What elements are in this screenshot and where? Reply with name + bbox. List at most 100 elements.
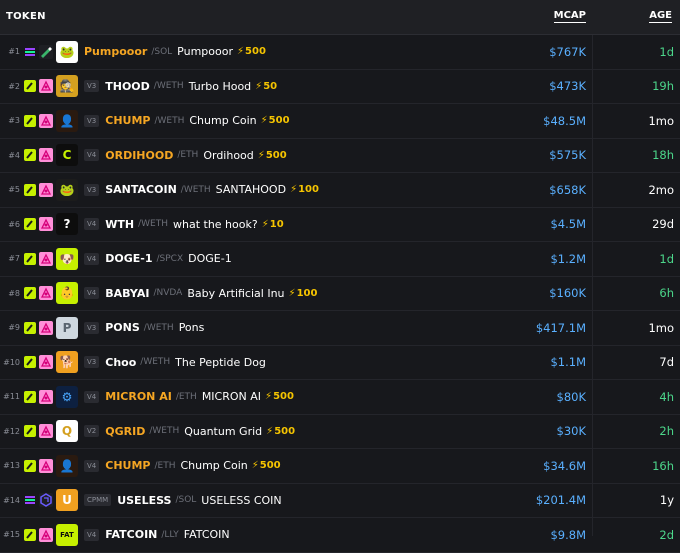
uniswap-icon xyxy=(39,320,53,335)
token-name: Turbo Hood xyxy=(188,79,252,93)
lightning-icon: ⚡ xyxy=(265,391,273,403)
uniswap-icon xyxy=(39,79,53,94)
table-row[interactable]: #2 🕵 V3 THOOD/WETH Turbo Hood ⚡ 50 $473K 19h xyxy=(0,70,680,104)
rank-label: #13 xyxy=(3,461,20,471)
ordihood-logo: C xyxy=(56,144,78,167)
boost-count: 500 xyxy=(273,391,294,403)
age-value: 29d xyxy=(652,217,674,232)
table-row[interactable]: #9 P V3 PONS/WETH Pons $417.1M 1mo xyxy=(0,311,680,346)
token-symbol[interactable]: FATCOIN xyxy=(105,528,157,541)
header-mcap[interactable]: MCAP xyxy=(553,10,586,23)
doge-logo: 🐶 xyxy=(56,247,78,270)
uniswap-icon xyxy=(39,424,53,439)
uniswap-icon xyxy=(39,286,53,301)
age-value: 19h xyxy=(652,79,674,94)
uniswap-icon xyxy=(39,355,53,370)
token-symbol[interactable]: WTH xyxy=(105,218,134,231)
dex-version-badge: V4 xyxy=(84,252,100,265)
age-value: 7d xyxy=(659,355,674,370)
pair-label: /WETH xyxy=(140,357,171,368)
token-symbol[interactable]: CHUMP xyxy=(105,114,150,127)
pair-label: /SOL xyxy=(151,46,173,57)
solana-chain-icon xyxy=(24,494,36,506)
base-chain-icon xyxy=(24,321,36,334)
table-row[interactable]: #11 ⚙ V4 MICRON AI/ETH MICRON AI ⚡ 500 $80K 4h xyxy=(0,380,680,415)
pumpfun-icon xyxy=(39,44,53,59)
token-symbol[interactable]: THOOD xyxy=(105,80,150,93)
table-row[interactable]: #3 👤 V3 CHUMP/WETH Chump Coin ⚡ 500 $48.5M 1mo xyxy=(0,104,680,139)
useless-logo: U xyxy=(56,489,78,512)
rank-label: #12 xyxy=(3,426,20,436)
base-chain-icon xyxy=(24,528,36,541)
pair-label: /NVDA xyxy=(153,288,183,299)
market-cap-value: $1.2M xyxy=(550,251,586,266)
base-chain-icon xyxy=(24,114,36,127)
age-value: 1y xyxy=(659,493,674,508)
table-row[interactable]: #13 👤 V4 CHUMP/ETH Chump Coin ⚡ 500 $34.6M 16h xyxy=(0,449,680,484)
age-value: 1mo xyxy=(648,320,674,335)
wth-logo: ? xyxy=(56,213,78,236)
table-row[interactable]: #12 Q V2 QGRID/WETH Quantum Grid ⚡ 500 $30K 2h xyxy=(0,415,680,449)
boost-count: 100 xyxy=(296,287,318,299)
table-row[interactable]: #7 🐶 V4 DOGE-1/SPCX DOGE-1 $1.2M 1d xyxy=(0,242,680,277)
age-value: 2mo xyxy=(648,182,674,197)
table-row[interactable]: #14 U CPMM USELESS/SOL USELESS COIN $201.4M 1y xyxy=(0,484,680,518)
dex-version-badge: CPMM xyxy=(84,494,112,507)
token-symbol[interactable]: Pumpooor xyxy=(84,45,147,58)
token-name: Baby Artificial Inu xyxy=(187,286,285,300)
dex-version-badge: V4 xyxy=(84,459,100,472)
pair-label: /WETH xyxy=(180,184,211,195)
boost-count: 500 xyxy=(259,460,281,472)
token-symbol[interactable]: ORDIHOOD xyxy=(105,149,173,162)
table-row[interactable]: #10 🐕 V3 Choo/WETH The Peptide Dog $1.1M 7d xyxy=(0,346,680,380)
header-token[interactable]: TOKEN xyxy=(6,11,46,22)
table-row[interactable]: #4 C V4 ORDIHOOD/ETH Ordihood ⚡ 500 $575K 18h xyxy=(0,139,680,173)
base-chain-icon xyxy=(24,149,36,162)
qgrid-logo: Q xyxy=(56,420,78,443)
dex-version-badge: V4 xyxy=(84,390,100,403)
token-name: DOGE-1 xyxy=(188,252,232,266)
age-value: 1d xyxy=(659,251,674,266)
token-symbol[interactable]: PONS xyxy=(105,321,140,334)
boost-count: 500 xyxy=(268,115,290,127)
token-symbol[interactable]: SANTACOIN xyxy=(105,183,177,196)
table-row[interactable]: #8 👶 V4 BABYAI/NVDA Baby Artificial Inu ⚡ 100 $… xyxy=(0,277,680,311)
pons-logo: P xyxy=(56,316,78,339)
age-value: 2d xyxy=(659,527,674,542)
table-row[interactable]: #15 FAT V4 FATCOIN/LLY FATCOIN $9.8M 2d xyxy=(0,518,680,553)
token-name: MICRON AI xyxy=(201,390,262,404)
lightning-icon: ⚡ xyxy=(266,425,274,437)
fatcoin-logo: FAT xyxy=(56,523,78,546)
token-symbol[interactable]: DOGE-1 xyxy=(105,252,152,265)
header-age[interactable]: AGE xyxy=(649,10,672,23)
dex-version-badge: V4 xyxy=(84,218,100,231)
base-chain-icon xyxy=(24,287,36,300)
lightning-icon: ⚡ xyxy=(255,80,263,92)
token-symbol[interactable]: MICRON AI xyxy=(105,390,172,403)
token-symbol[interactable]: USELESS xyxy=(117,494,171,507)
rank-label: #10 xyxy=(3,357,20,367)
token-symbol[interactable]: BABYAI xyxy=(105,287,149,300)
dex-version-badge: V4 xyxy=(84,149,100,162)
pair-label: /ETH xyxy=(177,150,199,161)
token-symbol[interactable]: QGRID xyxy=(105,425,145,438)
table-row[interactable]: #5 🐸 V3 SANTACOIN/WETH SANTAHOOD ⚡ 100 $658K 2mo xyxy=(0,173,680,208)
table-row[interactable]: #6? V4 WTH/WETH what the hook? ⚡ 10 $4.5M 29d xyxy=(0,208,680,242)
token-symbol[interactable]: Choo xyxy=(105,356,136,369)
boost-count: 50 xyxy=(263,80,278,92)
age-value: 18h xyxy=(652,148,674,163)
market-cap-value: $30K xyxy=(556,424,587,439)
market-cap-value: $417.1M xyxy=(535,320,586,335)
lightning-icon: ⚡ xyxy=(260,115,268,127)
boost-count: 100 xyxy=(298,184,319,196)
base-chain-icon xyxy=(24,252,36,265)
token-symbol[interactable]: CHUMP xyxy=(105,459,150,472)
token-name: Chump Coin xyxy=(189,114,257,128)
rank-label: #15 xyxy=(3,530,20,540)
table-row[interactable]: #1 🐸 Pumpooor/SOL Pumpooor ⚡ 500 $767K 1d xyxy=(0,35,680,70)
dex-version-badge: V3 xyxy=(84,321,100,334)
base-chain-icon xyxy=(24,390,36,403)
rank-label: #2 xyxy=(8,81,20,91)
babyai-logo: 👶 xyxy=(56,282,78,305)
uniswap-icon xyxy=(39,217,53,232)
